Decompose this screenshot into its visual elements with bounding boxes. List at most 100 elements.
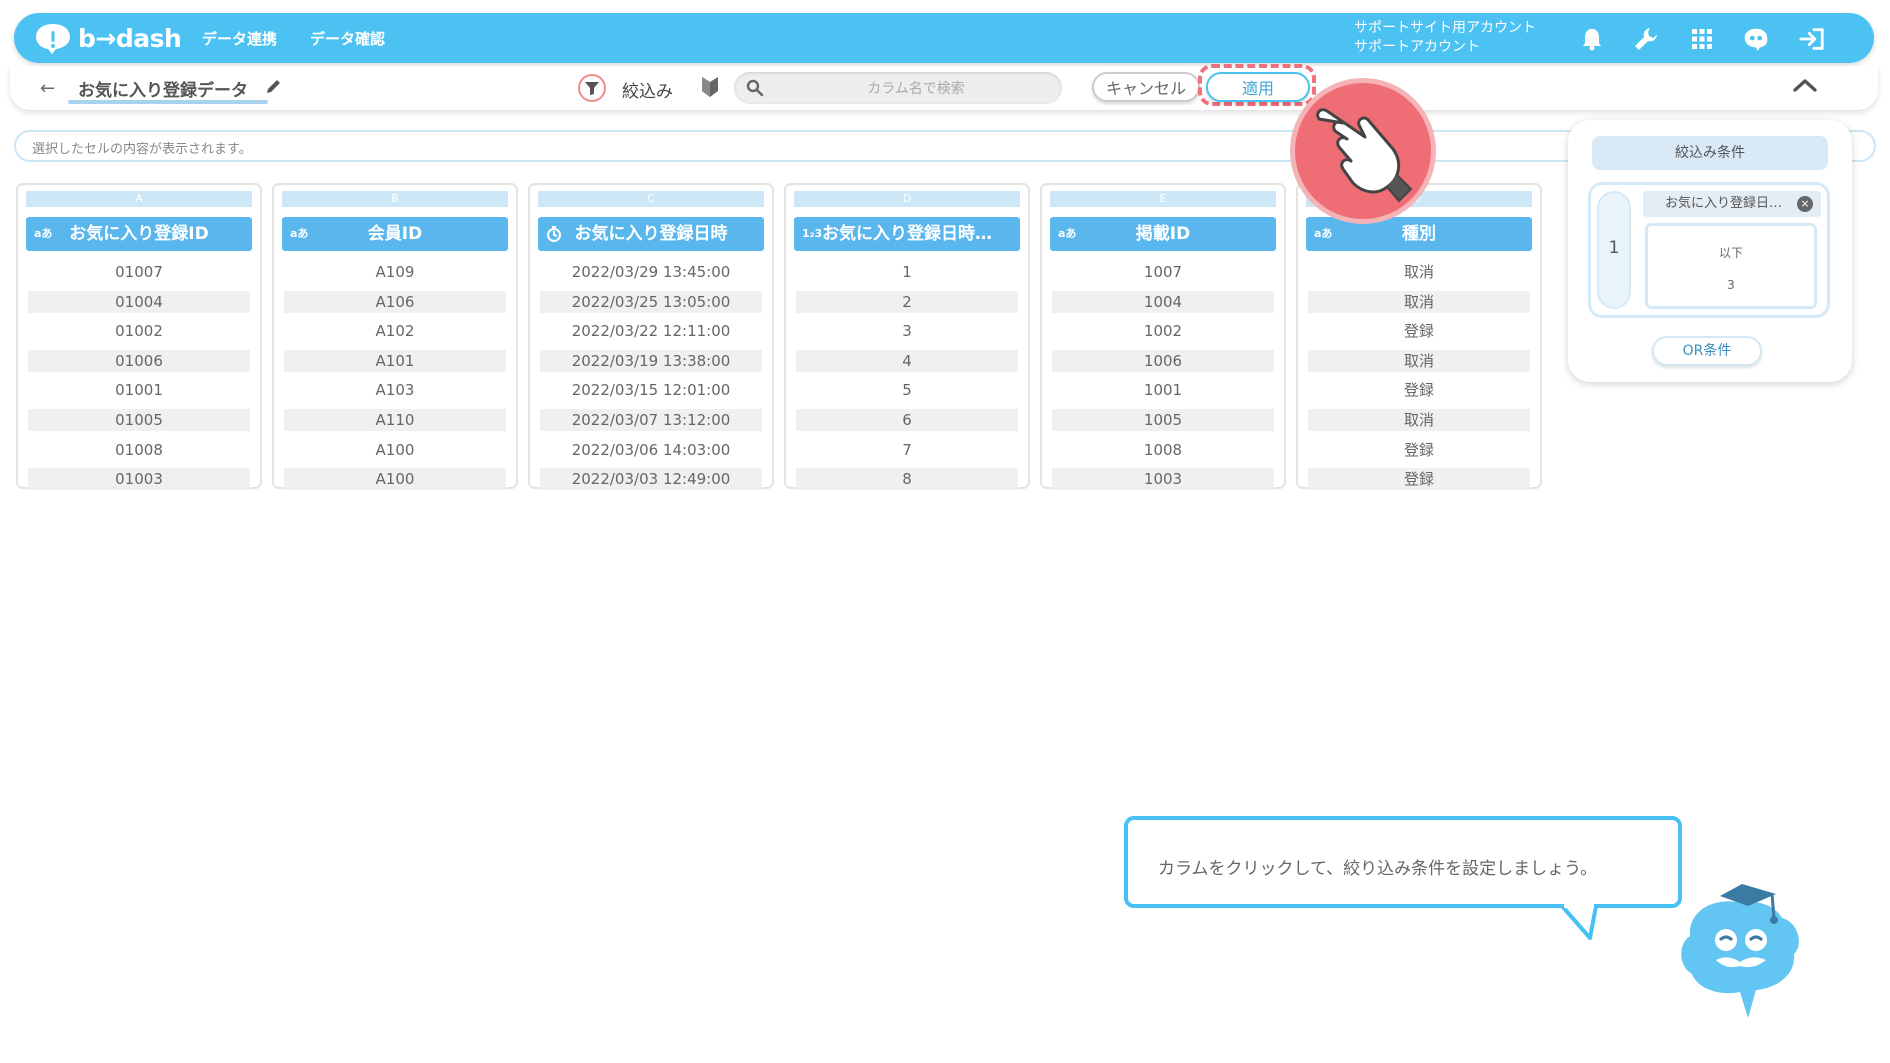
table-cell[interactable]: A100 [284, 468, 506, 491]
table-cell[interactable]: 8 [796, 468, 1018, 491]
table-cell[interactable]: 1 [796, 261, 1018, 283]
table-cell[interactable]: 2022/03/25 13:05:00 [540, 290, 762, 313]
table-cell[interactable]: 01007 [28, 261, 250, 283]
column-header[interactable]: aあ 会員ID [282, 217, 508, 251]
table-cell[interactable]: A106 [284, 290, 506, 313]
table-cell[interactable]: 登録 [1308, 379, 1530, 401]
column-header[interactable]: aあ 掲載ID [1050, 217, 1276, 251]
nav-data-check[interactable]: データ確認 [310, 28, 385, 49]
table-cell[interactable]: 2022/03/15 12:01:00 [540, 379, 762, 401]
table-cell[interactable]: 1004 [1052, 290, 1274, 313]
table-cell[interactable]: 7 [796, 439, 1018, 461]
account-user: サポートアカウント [1354, 39, 1480, 55]
table-cell[interactable]: 取消 [1308, 290, 1530, 313]
table-cell[interactable]: 登録 [1308, 468, 1530, 491]
table-column[interactable]: Eaあ 掲載ID 1007 1004 1002 1006 1001 1005 1008 1003 [1040, 183, 1286, 491]
bell-icon[interactable] [1578, 25, 1606, 53]
table-cell[interactable]: 01004 [28, 290, 250, 313]
table-column[interactable]: D 1₂3 お気に入り登録日時… 1 2 3 4 5 6 7 8 [784, 183, 1030, 491]
table-cell[interactable]: A101 [284, 349, 506, 372]
datasource-underline [68, 100, 268, 104]
table-cell[interactable]: 取消 [1308, 261, 1530, 283]
column-letter: A [26, 191, 252, 207]
chevron-up-icon[interactable] [1792, 76, 1818, 98]
cancel-button[interactable]: キャンセル [1092, 72, 1200, 102]
table-cell[interactable]: 01002 [28, 320, 250, 342]
table-column[interactable]: Faあ 種別 取消 取消 登録 取消 登録 取消 登録 登録 [1296, 183, 1542, 491]
column-search-input[interactable] [774, 72, 1058, 106]
table-cell[interactable]: 取消 [1308, 409, 1530, 431]
table-column[interactable]: Aaあ お気に入り登録ID 01007 01004 01002 01006 01001 010… [16, 183, 262, 491]
cell-content-placeholder: 選択したセルの内容が表示されます。 [32, 142, 252, 157]
table-cell[interactable]: A109 [284, 261, 506, 283]
tooltip-tail [1560, 904, 1598, 940]
table-cell[interactable]: 1005 [1052, 409, 1274, 431]
app-logo[interactable]: b→dash [34, 21, 182, 55]
table-cell[interactable]: 2022/03/06 14:03:00 [540, 439, 762, 461]
table-cell[interactable]: 1008 [1052, 439, 1274, 461]
app-header: b→dash データ連携 データ確認 サポートサイト用アカウント サポートアカウ… [14, 13, 1874, 63]
table-cell[interactable]: A102 [284, 320, 506, 342]
table-cell[interactable]: A110 [284, 409, 506, 431]
mascot-help-icon[interactable] [1742, 25, 1770, 53]
table-cell[interactable]: 1003 [1052, 468, 1274, 491]
column-header[interactable]: お気に入り登録日時 [538, 217, 764, 251]
table-cell[interactable]: 01008 [28, 439, 250, 461]
table-cell[interactable]: 2022/03/22 12:11:00 [540, 320, 762, 342]
datasource-name[interactable]: お気に入り登録データ [78, 76, 248, 101]
back-arrow-icon[interactable]: ← [40, 78, 55, 99]
account-info[interactable]: サポートサイト用アカウント サポートアカウント [1354, 19, 1536, 57]
logo-text: b→dash [78, 23, 182, 53]
table-cell[interactable]: 01003 [28, 468, 250, 491]
close-icon[interactable]: × [1797, 196, 1813, 212]
pencil-icon[interactable] [265, 77, 283, 99]
table-cell[interactable]: 登録 [1308, 439, 1530, 461]
grid-menu-icon[interactable] [1688, 25, 1716, 53]
condition-value[interactable]: 3 [1648, 278, 1814, 292]
guide-tooltip-text: カラムをクリックして、絞り込み条件を設定しましょう。 [1158, 859, 1598, 879]
column-letter: B [282, 191, 508, 207]
table-cell[interactable]: A100 [284, 439, 506, 461]
table-cell[interactable]: 4 [796, 349, 1018, 372]
table-cell[interactable]: 2022/03/29 13:45:00 [540, 261, 762, 283]
table-cell[interactable]: 3 [796, 320, 1018, 342]
table-cell[interactable]: 1002 [1052, 320, 1274, 342]
column-search[interactable] [734, 72, 1062, 106]
table-column[interactable]: Baあ 会員ID A109 A106 A102 A101 A103 A110 A100 A100 [272, 183, 518, 491]
table-cell[interactable]: 2022/03/03 12:49:00 [540, 468, 762, 491]
column-type-icon: aあ [1314, 227, 1333, 240]
nav-data-integration[interactable]: データ連携 [202, 28, 277, 49]
table-cell[interactable]: 5 [796, 379, 1018, 401]
table-cell[interactable]: A103 [284, 379, 506, 401]
condition-operator[interactable]: 以下 [1648, 244, 1814, 261]
table-cell[interactable]: 取消 [1308, 349, 1530, 372]
account-name: サポートサイト用アカウント [1354, 20, 1536, 36]
column-header[interactable]: aあ 種別 [1306, 217, 1532, 251]
column-letter: D [794, 191, 1020, 207]
table-cell[interactable]: 6 [796, 409, 1018, 431]
wrench-icon[interactable] [1632, 25, 1660, 53]
table-cell[interactable]: 01005 [28, 409, 250, 431]
table-cell[interactable]: 2022/03/07 13:12:00 [540, 409, 762, 431]
filter-toolbar: ← お気に入り登録データ 絞込み キャンセル 適用 [10, 64, 1878, 110]
condition-body[interactable]: 以下 3 [1645, 223, 1817, 309]
table-cell[interactable]: 2022/03/19 13:38:00 [540, 349, 762, 372]
table-cell[interactable]: 1001 [1052, 379, 1274, 401]
table-cell[interactable]: 1007 [1052, 261, 1274, 283]
table-cell[interactable]: 01001 [28, 379, 250, 401]
table-column[interactable]: C お気に入り登録日時 2022/03/29 13:45:00 2022/03/25 … [528, 183, 774, 491]
table-cell[interactable]: 登録 [1308, 320, 1530, 342]
or-condition-button[interactable]: OR条件 [1652, 336, 1762, 366]
table-cell[interactable]: 1006 [1052, 349, 1274, 372]
logout-icon[interactable] [1798, 25, 1826, 53]
column-header[interactable]: aあ お気に入り登録ID [26, 217, 252, 251]
column-letter: E [1050, 191, 1276, 207]
condition-field-chip[interactable]: お気に入り登録日… × [1643, 191, 1821, 217]
table-cell[interactable]: 2 [796, 290, 1018, 313]
filter-icon[interactable] [578, 74, 606, 102]
beginner-mark-icon[interactable] [700, 75, 720, 103]
table-cell[interactable]: 01006 [28, 349, 250, 372]
search-icon [746, 79, 764, 101]
column-header[interactable]: 1₂3 お気に入り登録日時… [794, 217, 1020, 251]
column-type-icon: aあ [34, 227, 53, 240]
